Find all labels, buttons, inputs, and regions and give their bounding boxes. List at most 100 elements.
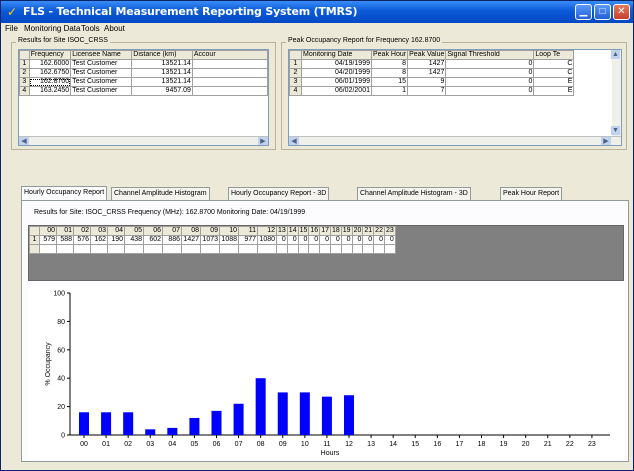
hourly-values-grid[interactable]: 00 01 02 03 04 05 06 07 08 09 10 11 12 13 14 15 16 17 18 19… (28, 225, 624, 281)
hour-header-cell[interactable]: 05 (124, 226, 144, 236)
empty-cell[interactable] (383, 244, 396, 254)
col-header-peak-hour[interactable]: Peak Hour (370, 50, 409, 60)
hour-value-cell[interactable]: 162 (90, 235, 108, 245)
tab-hourly-occupancy-3d[interactable]: Hourly Occupancy Report - 3D (228, 187, 330, 200)
hour-header-cell[interactable]: 20 (351, 226, 364, 236)
scroll-right-icon[interactable]: ▶ (258, 137, 268, 145)
hour-header-cell[interactable]: 06 (143, 226, 163, 236)
hour-header-cell[interactable]: 10 (219, 226, 239, 236)
empty-cell[interactable] (362, 244, 375, 254)
menu-about[interactable]: About (104, 24, 125, 33)
empty-cell[interactable] (39, 244, 57, 254)
scroll-down-icon[interactable]: ▼ (611, 126, 620, 135)
empty-cell[interactable] (124, 244, 144, 254)
hour-header-cell[interactable]: 17 (319, 226, 331, 236)
hour-value-cell[interactable]: 0 (319, 235, 331, 245)
hour-value-cell[interactable]: 1427 (181, 235, 201, 245)
col-header-licensee[interactable]: Licensee Name (70, 50, 133, 60)
cell-threshold[interactable]: 0 (445, 59, 535, 69)
row-header[interactable]: 4 (19, 86, 30, 96)
cell-threshold[interactable]: 0 (445, 68, 535, 78)
tab-channel-amplitude-3d[interactable]: Channel Amplitude Histogram - 3D (357, 187, 471, 200)
hour-value-cell[interactable]: 0 (276, 235, 288, 245)
empty-cell[interactable] (319, 244, 331, 254)
cell-account[interactable] (191, 59, 268, 69)
table-row[interactable]: 2 162.6750 Test Customer 13521.14 (19, 68, 268, 78)
cell-value[interactable]: 9 (407, 77, 447, 87)
hour-value-cell[interactable]: 886 (162, 235, 182, 245)
cell-loop[interactable]: C (533, 59, 575, 69)
empty-cell[interactable] (351, 244, 364, 254)
cell-date[interactable]: 06/02/2001 (301, 86, 372, 96)
tab-peak-hour[interactable]: Peak Hour Report (500, 187, 563, 200)
title-bar[interactable]: ✓ FLS - Technical Measurement Reporting … (1, 1, 633, 23)
cell-frequency[interactable]: 162.6000 (28, 59, 72, 69)
cell-licensee[interactable]: Test Customer (70, 86, 133, 96)
cell-threshold[interactable]: 0 (445, 86, 535, 96)
hour-value-cell[interactable]: 588 (56, 235, 74, 245)
row-header[interactable]: 3 (19, 77, 30, 87)
col-header-frequency[interactable]: Frequency (28, 50, 72, 60)
cell-distance[interactable]: 9457.09 (131, 86, 193, 96)
hour-value-cell[interactable]: 0 (362, 235, 375, 245)
empty-cell[interactable] (286, 244, 299, 254)
scroll-up-icon[interactable]: ▲ (611, 50, 620, 59)
peak-grid[interactable]: Monitoring Date Peak Hour Peak Value Sig… (288, 49, 622, 146)
cell-loop[interactable]: E (533, 77, 575, 87)
row-header[interactable]: 3 (289, 77, 302, 87)
scroll-right-icon[interactable]: ▶ (601, 137, 611, 145)
hour-header-cell[interactable]: 13 (276, 226, 288, 236)
hour-header-cell[interactable]: 23 (383, 226, 396, 236)
cell-date[interactable]: 04/19/1999 (301, 59, 372, 69)
empty-cell[interactable] (56, 244, 74, 254)
cell-frequency-selected[interactable]: 162.8700 (28, 77, 72, 87)
empty-cell[interactable] (257, 244, 277, 254)
hour-header-cell[interactable]: 03 (90, 226, 108, 236)
empty-cell[interactable] (181, 244, 201, 254)
row-header[interactable]: 1 (19, 59, 30, 69)
hour-value-cell[interactable]: 576 (73, 235, 91, 245)
table-row[interactable]: 3 162.8700 Test Customer 13521.14 (19, 77, 268, 87)
results-hscrollbar[interactable]: ◀ ▶ (19, 136, 268, 145)
col-header-monitoring-date[interactable]: Monitoring Date (301, 50, 372, 60)
empty-cell[interactable] (373, 244, 385, 254)
table-row[interactable]: 2 04/20/1999 8 1427 0 C (289, 68, 575, 78)
empty-cell[interactable] (200, 244, 220, 254)
cell-account[interactable] (191, 86, 268, 96)
table-row[interactable]: 4 163.2450 Test Customer 9457.09 (19, 86, 268, 96)
hour-header-cell[interactable]: 22 (373, 226, 385, 236)
empty-cell[interactable] (219, 244, 239, 254)
cell-hour[interactable]: 1 (370, 86, 409, 96)
cell-frequency[interactable]: 162.6750 (28, 68, 72, 78)
hour-header-cell[interactable]: 04 (107, 226, 125, 236)
hour-value-cell[interactable]: 0 (308, 235, 321, 245)
hour-header-cell[interactable]: 02 (73, 226, 91, 236)
tab-hourly-occupancy[interactable]: Hourly Occupancy Report (21, 186, 108, 200)
minimize-button[interactable]: ▁ (575, 4, 592, 20)
row-header[interactable]: 2 (19, 68, 30, 78)
menu-file[interactable]: File (5, 24, 18, 33)
cell-loop[interactable]: C (533, 68, 575, 78)
empty-cell[interactable] (143, 244, 163, 254)
hour-value-cell[interactable]: 602 (143, 235, 163, 245)
hour-header-cell[interactable]: 08 (181, 226, 201, 236)
table-row[interactable]: 4 06/02/2001 1 7 0 E (289, 86, 575, 96)
cell-licensee[interactable]: Test Customer (70, 68, 133, 78)
hour-value-cell[interactable]: 1080 (257, 235, 277, 245)
hour-value-cell[interactable]: 0 (373, 235, 385, 245)
cell-account[interactable] (191, 68, 268, 78)
hour-header-cell[interactable]: 11 (238, 226, 258, 236)
close-button[interactable]: ✕ (613, 4, 630, 20)
table-row[interactable]: 1 162.6000 Test Customer 13521.14 (19, 59, 268, 69)
results-grid[interactable]: Frequency Licensee Name Distance (km) Ac… (18, 49, 269, 146)
cell-value[interactable]: 1427 (407, 68, 447, 78)
cell-threshold[interactable]: 0 (445, 77, 535, 87)
col-header-signal-threshold[interactable]: Signal Threshold (445, 50, 535, 60)
cell-frequency[interactable]: 163.2450 (28, 86, 72, 96)
cell-value[interactable]: 7 (407, 86, 447, 96)
table-row[interactable]: 3 06/01/1999 15 9 0 E (289, 77, 575, 87)
hour-value-cell[interactable]: 0 (286, 235, 299, 245)
row-header[interactable]: 4 (289, 86, 302, 96)
hour-header-cell[interactable]: 18 (329, 226, 342, 236)
hour-value-cell[interactable]: 0 (383, 235, 396, 245)
